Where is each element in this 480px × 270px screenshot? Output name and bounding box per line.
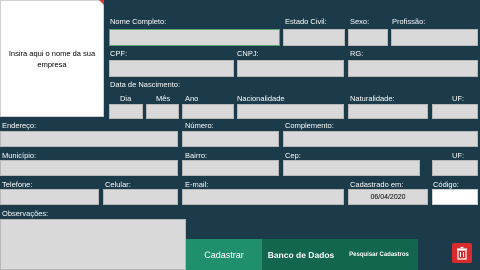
numero-input[interactable] [182,131,279,147]
cep-input[interactable] [283,160,420,176]
company-name-text: Insira aqui o nome da sua empresa [8,48,96,69]
label-bairro: Bairro: [185,151,208,160]
cpf-input[interactable] [109,60,234,77]
uf-input[interactable] [432,104,478,119]
label-complemento: Complemento: [285,121,334,130]
bairro-input[interactable] [182,160,279,176]
label-ano: Ano [185,94,199,103]
label-telefone: Telefone: [2,180,33,189]
label-sexo: Sexo: [350,17,370,26]
naturalidade-input[interactable] [348,104,428,119]
label-cadastrado-em: Cadastrado em: [350,180,404,189]
estado-civil-input[interactable] [283,29,345,46]
cnpj-input[interactable] [237,60,344,77]
logo-corner-mark [99,0,104,5]
rg-input[interactable] [348,60,478,77]
label-numero: Número: [185,121,214,130]
banco-de-dados-button[interactable]: Banco de Dados [262,239,340,270]
label-cpf: CPF: [110,49,128,58]
delete-button[interactable] [452,243,472,263]
label-email: E-mail: [185,180,209,189]
observacoes-textarea[interactable] [0,219,186,270]
cadastrado-em-field[interactable] [348,189,428,205]
profissao-input[interactable] [391,29,478,46]
label-uf-endereco: UF: [452,151,465,160]
label-uf: UF: [452,94,465,103]
email-input[interactable] [182,189,344,205]
complemento-input[interactable] [283,131,478,147]
label-cnpj: CNPJ: [237,49,259,58]
cadastrar-button[interactable]: Cadastrar [186,239,262,270]
label-cep: Cep: [285,151,301,160]
label-data-nascimento: Data de Nascimento: [110,80,181,89]
codigo-input[interactable] [432,189,478,205]
label-rg: RG: [350,49,364,58]
label-observacoes: Observações: [2,209,49,218]
label-profissao: Profissão: [392,17,426,26]
label-celular: Celular: [105,180,131,189]
company-logo-placeholder[interactable]: Insira aqui o nome da sua empresa [0,0,104,117]
nome-completo-input[interactable] [109,29,280,46]
label-estado-civil: Estado Civil: [285,17,327,26]
label-municipio: Município: [2,151,37,160]
label-nacionalidade: Nacionalidade [237,94,285,103]
label-mes: Mês [156,94,171,103]
pesquisar-cadastros-button[interactable]: Pesquisar Cadastros [340,239,418,270]
label-nome-completo: Nome Completo: [110,17,167,26]
celular-input[interactable] [103,189,178,205]
uf-endereco-input[interactable] [432,160,478,176]
nacionalidade-input[interactable] [237,104,344,119]
municipio-input[interactable] [0,160,178,176]
endereco-input[interactable] [0,131,178,147]
ano-input[interactable] [182,104,234,119]
trash-icon [457,246,467,260]
mes-input[interactable] [146,104,179,119]
dia-input[interactable] [109,104,143,119]
label-dia: Dia [120,94,132,103]
label-naturalidade: Naturalidade: [350,94,395,103]
label-codigo: Código: [433,180,459,189]
sexo-input[interactable] [348,29,388,46]
telefone-input[interactable] [0,189,99,205]
label-endereco: Endereço: [2,121,37,130]
